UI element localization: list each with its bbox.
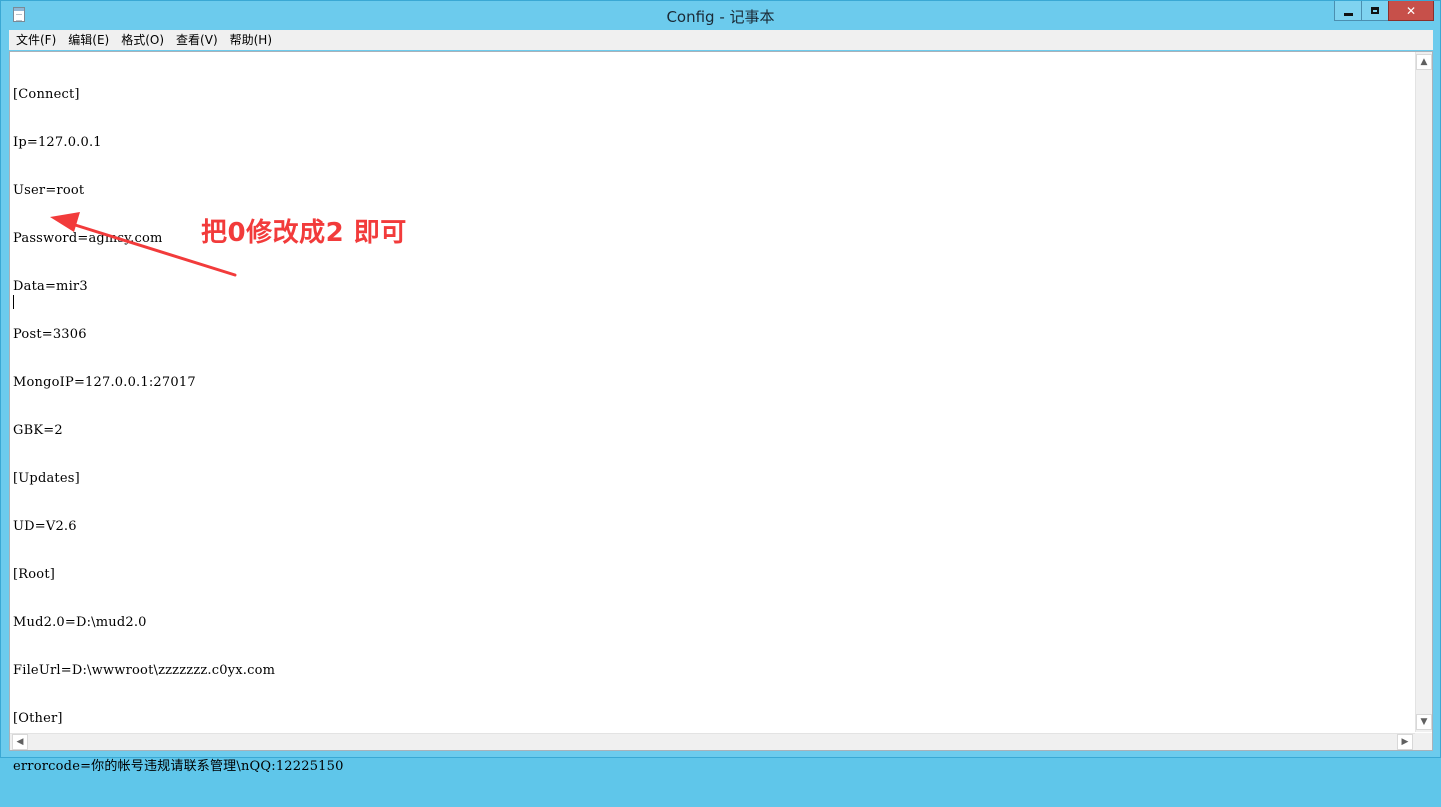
- text-line: [Updates]: [13, 471, 80, 486]
- title-bar[interactable]: Config - 记事本 ✕: [1, 1, 1440, 30]
- window-title: Config - 记事本: [666, 8, 775, 26]
- notepad-window: Config - 记事本 ✕ 文件(F) 编辑(E) 格式(O) 查看(V) 帮…: [0, 0, 1441, 774]
- text-line: Mud2.0=D:\mud2.0: [13, 615, 147, 630]
- text-line: GBK=2: [13, 423, 63, 438]
- scrollbar-corner: [1415, 733, 1432, 750]
- text-line: MongoIP=127.0.0.1:27017: [13, 375, 196, 390]
- menu-view[interactable]: 查看(V): [170, 30, 224, 50]
- scroll-left-button[interactable]: ◀: [12, 734, 28, 750]
- scroll-down-button[interactable]: ▼: [1416, 714, 1432, 730]
- horizontal-scrollbar[interactable]: ◀ ▶: [10, 733, 1415, 750]
- close-icon: ✕: [1405, 3, 1417, 18]
- text-line: [Root]: [13, 567, 56, 582]
- text-line: [Other]: [13, 711, 63, 726]
- menu-file[interactable]: 文件(F): [9, 30, 62, 50]
- text-line: FileUrl=D:\wwwroot\zzzzzzz.c0yx.com: [13, 663, 276, 678]
- text-line: Post=3306: [13, 327, 87, 342]
- menu-help[interactable]: 帮助(H): [224, 30, 278, 50]
- maximize-icon: [1371, 7, 1379, 14]
- menu-edit[interactable]: 编辑(E): [62, 30, 115, 50]
- minimize-icon: [1343, 12, 1353, 16]
- minimize-button[interactable]: [1334, 1, 1362, 21]
- menu-bar: 文件(F) 编辑(E) 格式(O) 查看(V) 帮助(H): [9, 30, 1433, 50]
- text-line: User=root: [13, 183, 85, 198]
- text-line: errorcode=你的帐号违规请联系管理\nQQ:12225150: [13, 759, 344, 774]
- vertical-scrollbar[interactable]: ▲ ▼: [1415, 52, 1432, 732]
- close-button[interactable]: ✕: [1388, 1, 1434, 21]
- text-line: [Connect]: [13, 87, 80, 102]
- text-editor[interactable]: [Connect] Ip=127.0.0.1 User=root Passwor…: [9, 51, 1433, 774]
- scroll-right-button[interactable]: ▶: [1397, 734, 1413, 750]
- editor-text[interactable]: [Connect] Ip=127.0.0.1 User=root Passwor…: [13, 55, 344, 807]
- text-line: UD=V2.6: [13, 519, 77, 534]
- scroll-up-button[interactable]: ▲: [1416, 54, 1432, 70]
- text-line: Ip=127.0.0.1: [13, 135, 102, 150]
- menu-format[interactable]: 格式(O): [115, 30, 170, 50]
- annotation-text: 把0修改成2 即可: [201, 218, 407, 248]
- text-caret: [13, 295, 14, 309]
- maximize-button[interactable]: [1361, 1, 1389, 21]
- window-controls: ✕: [1334, 1, 1434, 22]
